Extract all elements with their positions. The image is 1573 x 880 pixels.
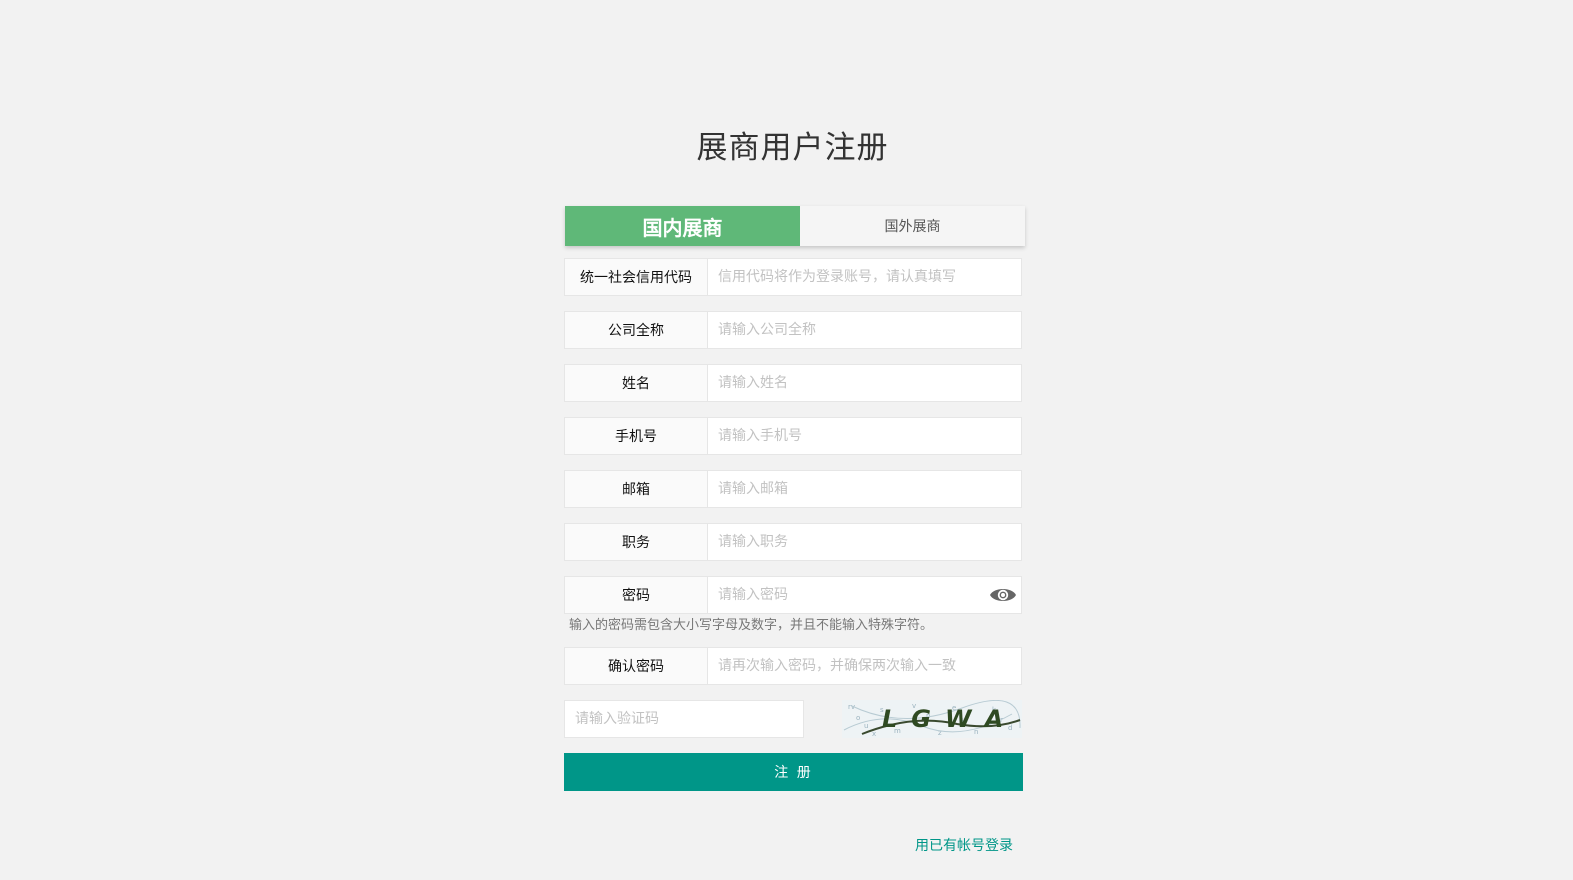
password-field-wrapper [708,576,1022,614]
existing-account-login-link[interactable]: 用已有帐号登录 [915,835,1013,855]
confirm-password-field-wrapper [708,647,1022,685]
company-name-label: 公司全称 [564,311,708,349]
form-row-name: 姓名 [564,364,1022,402]
svg-text:o: o [856,714,860,722]
company-name-field-wrapper [708,311,1022,349]
name-field-wrapper [708,364,1022,402]
confirm-password-label: 确认密码 [564,647,708,685]
svg-text:x: x [872,730,876,738]
phone-field-wrapper [708,417,1022,455]
captcha-image[interactable]: rv u o smv zen kdi xpr LGWA [842,700,1022,738]
email-field-wrapper [708,470,1022,508]
form-row-job-title: 职务 [564,523,1022,561]
credit-code-label: 统一社会信用代码 [564,258,708,296]
form-row-email: 邮箱 [564,470,1022,508]
registration-page: 展商用户注册 国内展商 国外展商 统一社会信用代码 公司全称 姓名 手机号 邮箱 [0,0,1573,880]
form-row-phone: 手机号 [564,417,1022,455]
name-label: 姓名 [564,364,708,402]
job-title-label: 职务 [564,523,708,561]
register-button[interactable]: 注 册 [564,753,1023,791]
phone-input[interactable] [708,418,1021,454]
form-row-password: 密码 [564,576,1022,614]
confirm-password-input[interactable] [708,648,1021,684]
exhibitor-type-tabs: 国内展商 国外展商 [565,206,1025,246]
phone-label: 手机号 [564,417,708,455]
password-hint: 输入的密码需包含大小写字母及数字，并且不能输入特殊字符。 [569,618,934,633]
svg-text:u: u [864,722,868,730]
tab-foreign-exhibitor[interactable]: 国外展商 [800,206,1025,246]
eye-icon[interactable] [989,583,1017,607]
password-input[interactable] [708,577,1021,613]
form-row-company-name: 公司全称 [564,311,1022,349]
tab-domestic-exhibitor[interactable]: 国内展商 [565,206,800,246]
page-title: 展商用户注册 [696,130,889,166]
form-row-confirm-password: 确认密码 [564,647,1022,685]
captcha-field-wrapper [564,700,804,738]
captcha-input[interactable] [565,701,803,737]
captcha-text: LGWA [882,705,1017,733]
email-label: 邮箱 [564,470,708,508]
name-input[interactable] [708,365,1021,401]
form-row-credit-code: 统一社会信用代码 [564,258,1022,296]
company-name-input[interactable] [708,312,1021,348]
password-label: 密码 [564,576,708,614]
credit-code-input[interactable] [708,259,1021,295]
job-title-input[interactable] [708,524,1021,560]
credit-code-field-wrapper [708,258,1022,296]
email-input[interactable] [708,471,1021,507]
job-title-field-wrapper [708,523,1022,561]
